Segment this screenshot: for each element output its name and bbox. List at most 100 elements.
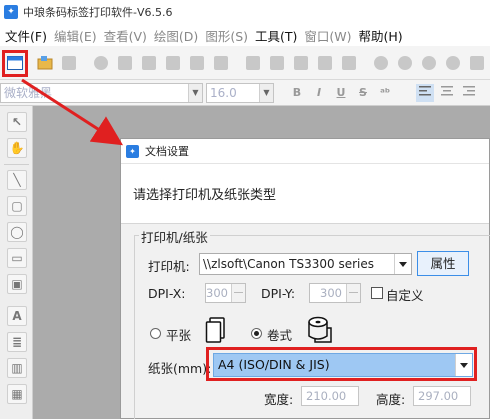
redo-icon — [342, 56, 356, 70]
select-tool-button[interactable]: ↖ — [7, 112, 27, 132]
superscript-icon: ᵃᵇ — [379, 86, 391, 99]
printer-value: \\zlsoft\Canon TS3300 series — [203, 257, 375, 271]
menu-edit[interactable]: 编辑(E) — [52, 26, 102, 45]
left-tool-palette: ↖ ✋ ╲ ▢ ◯ ▭ ▣ A ≣ ▥ ▦ — [0, 106, 33, 419]
ellipse-tool-button[interactable]: ◯ — [7, 222, 27, 242]
zoom-actual-icon — [446, 56, 460, 70]
save-button[interactable] — [60, 54, 78, 72]
zoom-out-button[interactable] — [396, 54, 414, 72]
settings-button[interactable] — [92, 54, 110, 72]
qrcode-tool-button[interactable]: ▦ — [7, 384, 27, 404]
menu-bar: 文件(F) 编辑(E) 查看(V) 绘图(D) 图形(S) 工具(T) 窗口(W… — [0, 24, 490, 46]
underline-button[interactable]: U — [332, 84, 350, 102]
title-bar: ✦ 中琅条码标签打印软件-V6.5.6 — [0, 0, 490, 24]
batch-button[interactable] — [188, 54, 206, 72]
redo-button[interactable] — [340, 54, 358, 72]
align-left-button[interactable] — [416, 84, 434, 102]
barcode-tool-button[interactable]: ▥ — [7, 358, 27, 378]
cut-icon — [246, 56, 260, 70]
custom-checkbox[interactable] — [371, 287, 383, 299]
paste-icon — [294, 56, 308, 70]
menu-window[interactable]: 窗口(W) — [302, 26, 356, 45]
width-input[interactable]: 210.00 — [301, 386, 359, 406]
superscript-button[interactable]: ᵃᵇ — [376, 84, 394, 102]
preview-icon — [142, 56, 156, 70]
print-button[interactable] — [116, 54, 134, 72]
dpi-y-value: 300 — [320, 286, 342, 300]
flat-paper-radio[interactable] — [150, 328, 161, 339]
rounded-rect-tool-button[interactable]: ▢ — [7, 196, 27, 216]
roll-paper-radio[interactable] — [251, 328, 262, 339]
paragraph-tool-button[interactable]: ≣ — [7, 332, 27, 352]
align-center-icon — [441, 86, 453, 96]
dpi-y-stepper[interactable] — [346, 284, 360, 302]
dpi-y-label: DPI-Y: — [261, 286, 296, 301]
dialog-header: 请选择打印机及纸张类型 — [121, 164, 489, 224]
cut-button[interactable] — [244, 54, 262, 72]
font-family-value: 微软雅黑 — [4, 86, 53, 100]
menu-help[interactable]: 帮助(H) — [357, 26, 408, 45]
open-button[interactable] — [36, 54, 54, 72]
rect-tool-button[interactable]: ▭ — [7, 248, 27, 268]
dialog-title: 文档设置 — [145, 145, 189, 158]
copy-button[interactable] — [268, 54, 286, 72]
grid-button[interactable] — [212, 54, 230, 72]
undo-button[interactable] — [316, 54, 334, 72]
zoom-page-icon — [470, 56, 484, 70]
font-size-select[interactable]: 16.0 ▼ — [206, 83, 274, 103]
align-center-button[interactable] — [438, 84, 456, 102]
menu-shape[interactable]: 图形(S) — [203, 26, 253, 45]
preview-button[interactable] — [140, 54, 158, 72]
print-icon — [118, 56, 132, 70]
app-logo-icon: ✦ — [4, 5, 18, 19]
separator — [4, 164, 29, 165]
save-icon — [62, 56, 76, 70]
dpi-x-input[interactable]: 300 — [205, 283, 246, 303]
dpi-x-value: 300 — [206, 286, 228, 300]
menu-view[interactable]: 查看(V) — [102, 26, 152, 45]
menu-tools[interactable]: 工具(T) — [253, 26, 302, 45]
gear-icon — [94, 56, 108, 70]
app-logo-icon: ✦ — [126, 144, 139, 158]
dpi-y-input[interactable]: 300 — [309, 283, 361, 303]
grid-icon — [214, 56, 228, 70]
text-tool-button[interactable]: A — [7, 306, 27, 326]
barcode-icon: ▥ — [11, 361, 23, 375]
strike-button[interactable]: S — [354, 84, 372, 102]
italic-button[interactable]: I — [310, 84, 328, 102]
bold-button[interactable]: B — [288, 84, 306, 102]
new-button-highlight — [2, 50, 28, 77]
chevron-down-icon[interactable]: ▼ — [259, 84, 273, 102]
image-tool-button[interactable]: ▣ — [7, 274, 27, 294]
custom-label: 自定义 — [386, 288, 424, 303]
paragraph-icon: ≣ — [11, 335, 23, 349]
line-icon: ╲ — [13, 173, 21, 187]
rectangle-icon: ▭ — [11, 251, 23, 265]
zoom-in-button[interactable] — [372, 54, 390, 72]
font-family-select[interactable]: 微软雅黑 ▼ — [0, 83, 203, 103]
dpi-x-stepper[interactable] — [231, 284, 245, 302]
align-right-button[interactable] — [460, 84, 478, 102]
zoom-in-icon — [374, 56, 388, 70]
hand-icon: ✋ — [9, 141, 25, 155]
printer-select[interactable]: \\zlsoft\Canon TS3300 series — [199, 253, 412, 275]
zoom-page-button[interactable] — [468, 54, 486, 72]
roll-paper-label: 卷式 — [267, 328, 293, 343]
chevron-down-icon[interactable] — [394, 254, 411, 274]
paper-select-highlight — [206, 347, 477, 381]
zoom-out-icon — [398, 56, 412, 70]
database-button[interactable] — [164, 54, 182, 72]
printer-label: 打印机: — [148, 259, 190, 274]
paste-button[interactable] — [292, 54, 310, 72]
zoom-fit-button[interactable] — [420, 54, 438, 72]
dialog-title-bar: ✦ 文档设置 — [121, 139, 489, 164]
properties-button[interactable]: 属性 — [417, 251, 469, 276]
pan-tool-button[interactable]: ✋ — [7, 138, 27, 158]
zoom-actual-button[interactable] — [444, 54, 462, 72]
line-tool-button[interactable]: ╲ — [7, 170, 27, 190]
menu-file[interactable]: 文件(F) — [3, 26, 52, 45]
chevron-down-icon[interactable]: ▼ — [188, 84, 202, 102]
ellipse-icon: ◯ — [10, 225, 24, 239]
height-input[interactable]: 297.00 — [413, 386, 471, 406]
menu-draw[interactable]: 绘图(D) — [152, 26, 203, 45]
